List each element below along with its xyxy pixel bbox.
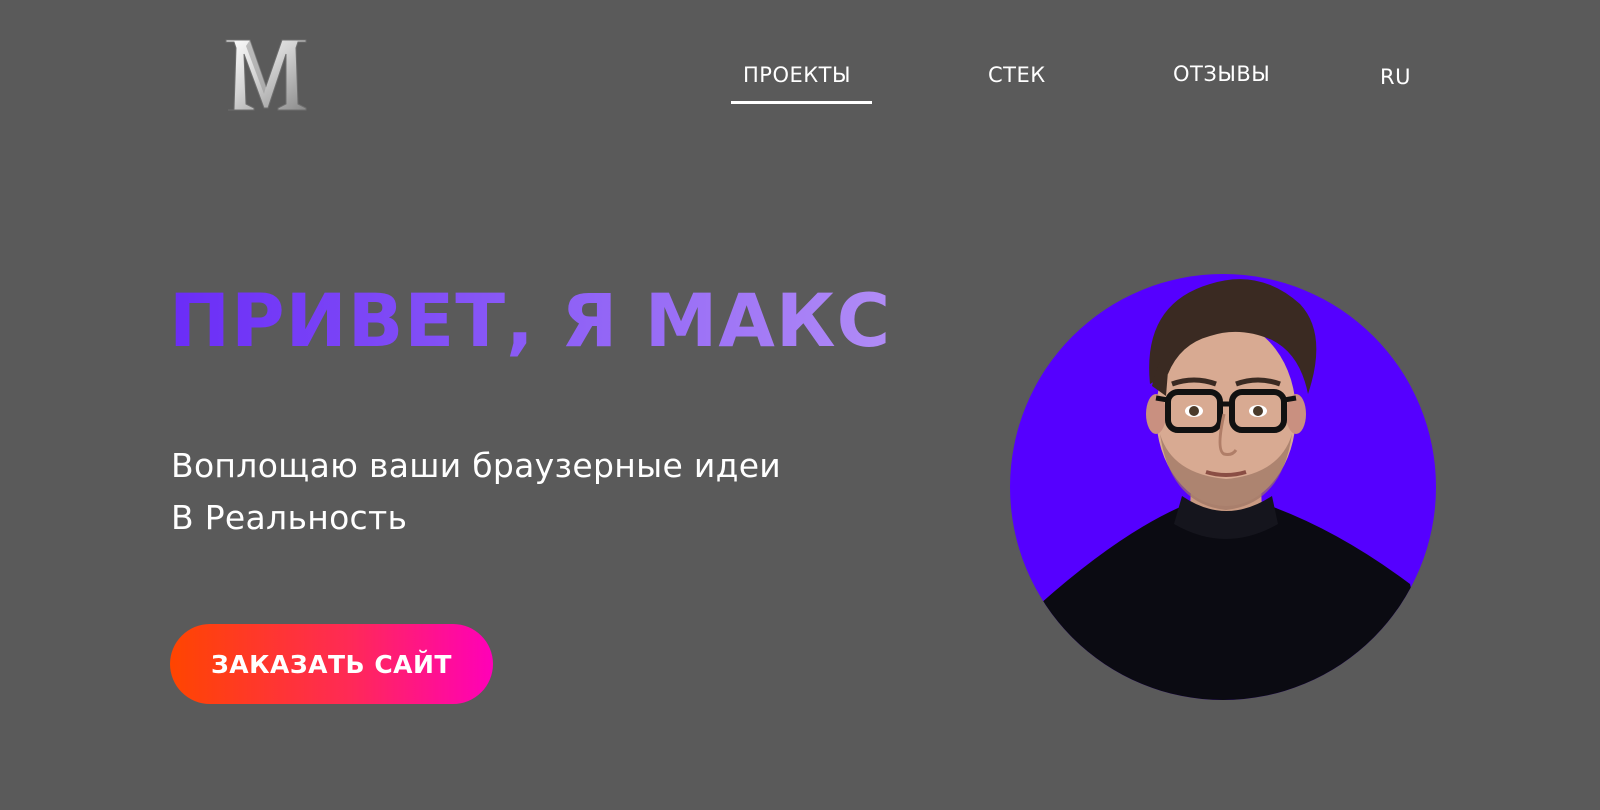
- nav-link-projects[interactable]: ПРОЕКТЫ: [743, 63, 851, 87]
- nav-link-stack[interactable]: СТЕК: [988, 63, 1046, 87]
- language-switch[interactable]: RU: [1380, 65, 1411, 89]
- hero-subtitle-line-1: Воплощаю ваши браузерные идеи: [171, 446, 782, 485]
- main-nav: ПРОЕКТЫ СТЕК ОТЗЫВЫ RU: [0, 0, 1600, 120]
- nav-link-reviews[interactable]: ОТЗЫВЫ: [1173, 62, 1270, 86]
- hero-title: ПРИВЕТ, Я МАКС: [169, 279, 892, 364]
- order-site-button[interactable]: ЗАКАЗАТЬ САЙТ: [170, 624, 493, 704]
- avatar-portrait: [1010, 274, 1436, 700]
- hero-subtitle-line-2: В Реальность: [171, 498, 408, 537]
- hero-subtitle: Воплощаю ваши браузерные идеи В Реальнос…: [171, 440, 781, 544]
- nav-active-underline: [731, 101, 872, 104]
